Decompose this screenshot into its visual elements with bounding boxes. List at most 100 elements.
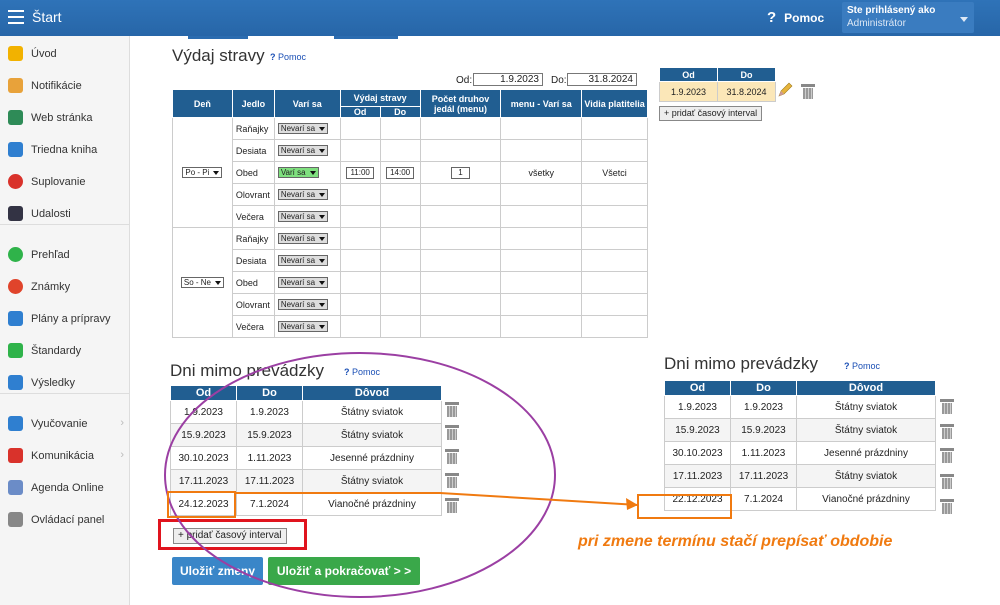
sidebar-item-label: Výsledky [31, 377, 76, 389]
dni-od-cell[interactable]: 15.9.2023 [170, 423, 237, 447]
calendar-icon [8, 206, 23, 221]
tab-indicator [188, 36, 248, 39]
sidebar-item-8[interactable]: Plány a prípravy [0, 305, 130, 333]
status-select[interactable]: Nevarí sa [277, 299, 329, 310]
dni-od-cell[interactable]: 15.9.2023 [664, 418, 731, 442]
status-select[interactable]: Nevarí sa [277, 233, 329, 244]
dni-do-cell[interactable]: 1.11.2023 [730, 441, 797, 465]
trash-icon[interactable] [445, 498, 459, 513]
save-button[interactable]: Uložiť zmeny [172, 557, 263, 585]
dni-help-link-right[interactable]: ? Pomoc [844, 361, 880, 371]
day-select[interactable]: Po - Pi [182, 167, 223, 178]
status-select[interactable]: Varí sa [277, 167, 319, 178]
pencil-icon[interactable] [777, 82, 793, 98]
status-select[interactable]: Nevarí sa [277, 145, 329, 156]
status-select[interactable]: Nevarí sa [277, 211, 329, 222]
dni-dovod-cell[interactable]: Štátny sviatok [302, 400, 442, 424]
trash-icon[interactable] [940, 424, 954, 439]
chat-icon [8, 448, 23, 463]
trash-icon[interactable] [445, 449, 459, 464]
interval-do[interactable]: 31.8.2024 [717, 81, 776, 102]
dni-header: Dôvod [796, 380, 936, 396]
sidebar-item-6[interactable]: Prehľad [0, 241, 130, 269]
vydaj-help-link[interactable]: ? Pomoc [270, 52, 306, 62]
dni-do-cell[interactable]: 17.11.2023 [730, 464, 797, 488]
trash-icon[interactable] [940, 448, 954, 463]
status-select[interactable]: Nevarí sa [277, 321, 329, 332]
dni-od-cell[interactable]: 1.9.2023 [170, 400, 237, 424]
dni-od-cell[interactable]: 17.11.2023 [664, 464, 731, 488]
dni-od-cell[interactable]: 1.9.2023 [664, 395, 731, 419]
dni-title-right: Dni mimo prevádzky [664, 354, 818, 373]
sidebar-item-1[interactable]: Notifikácie [0, 72, 130, 100]
trash-icon[interactable] [940, 499, 954, 514]
dni-dovod-cell[interactable]: Vianočné prázdniny [796, 487, 936, 511]
dni-table-left: Od Do Dôvod 1.9.2023 1.9.2023 Štátny sviatok 1… [170, 385, 442, 516]
star-icon [8, 46, 23, 61]
dni-do-cell[interactable]: 17.11.2023 [236, 469, 303, 493]
dni-do-cell[interactable]: 7.1.2024 [730, 487, 797, 511]
dni-od-cell[interactable]: 22.12.2023 [664, 487, 731, 511]
menu-icon[interactable] [8, 10, 24, 24]
sidebar-item-label: Prehľad [31, 249, 70, 261]
dni-dovod-cell[interactable]: Vianočné prázdniny [302, 492, 442, 516]
sidebar-item-9[interactable]: Štandardy [0, 337, 130, 365]
chevron-right-icon: › [120, 449, 124, 461]
status-select[interactable]: Nevarí sa [277, 123, 329, 134]
dni-do-cell[interactable]: 7.1.2024 [236, 492, 303, 516]
dni-dovod-cell[interactable]: Štátny sviatok [796, 395, 936, 419]
do-input[interactable]: 31.8.2024 [567, 73, 637, 86]
add-interval-button-top[interactable]: + pridať časový interval [659, 106, 763, 121]
sidebar-item-0[interactable]: Úvod [0, 40, 130, 68]
od-input[interactable]: 1.9.2023 [473, 73, 543, 86]
dni-od-cell[interactable]: 24.12.2023 [170, 492, 237, 516]
sidebar-item-12[interactable]: Komunikácia › [0, 442, 130, 470]
dni-dovod-cell[interactable]: Štátny sviatok [796, 418, 936, 442]
dni-od-cell[interactable]: 30.10.2023 [170, 446, 237, 470]
trash-icon[interactable] [445, 473, 459, 488]
trash-icon[interactable] [940, 474, 954, 489]
trash-icon[interactable] [445, 402, 459, 417]
interval-od[interactable]: 1.9.2023 [659, 81, 718, 102]
dni-od-cell[interactable]: 30.10.2023 [664, 441, 731, 465]
add-interval-button[interactable]: + pridať časový interval [173, 528, 287, 544]
dni-help-link-left[interactable]: ? Pomoc [344, 367, 380, 377]
dni-do-cell[interactable]: 15.9.2023 [730, 418, 797, 442]
status-select[interactable]: Nevarí sa [277, 255, 329, 266]
time-to-input[interactable]: 14:00 [386, 166, 415, 179]
user-menu[interactable]: Ste prihlásený ako Administrátor [842, 2, 974, 33]
sidebar-item-2[interactable]: Web stránka [0, 104, 130, 132]
dni-dovod-cell[interactable]: Jesenné prázdniny [302, 446, 442, 470]
dni-do-cell[interactable]: 15.9.2023 [236, 423, 303, 447]
status-select[interactable]: Nevarí sa [277, 189, 329, 200]
trash-icon[interactable] [801, 84, 815, 99]
sidebar-item-4[interactable]: Suplovanie [0, 168, 130, 196]
sidebar-item-3[interactable]: Triedna kniha [0, 136, 130, 164]
sidebar-item-11[interactable]: Vyučovanie › [0, 410, 130, 438]
dni-od-cell[interactable]: 17.11.2023 [170, 469, 237, 493]
sidebar-item-13[interactable]: Agenda Online [0, 474, 130, 502]
sidebar-item-7[interactable]: Známky [0, 273, 130, 301]
app-title[interactable]: Štart [32, 9, 62, 25]
dni-do-cell[interactable]: 1.11.2023 [236, 446, 303, 470]
dni-do-cell[interactable]: 1.9.2023 [236, 400, 303, 424]
menu-cell [500, 117, 583, 140]
day-select[interactable]: So - Ne [180, 277, 224, 288]
dni-dovod-cell[interactable]: Štátny sviatok [302, 423, 442, 447]
status-select[interactable]: Nevarí sa [277, 277, 329, 288]
trash-icon[interactable] [940, 399, 954, 414]
col-vidia: Vidia platitelia [581, 89, 648, 118]
sidebar-item-14[interactable]: Ovládací panel [0, 506, 130, 534]
dni-dovod-cell[interactable]: Jesenné prázdniny [796, 441, 936, 465]
save-continue-button[interactable]: Uložiť a pokračovať > > [268, 557, 420, 585]
trash-icon[interactable] [445, 425, 459, 440]
help-button[interactable]: ? Pomoc [767, 9, 824, 26]
briefcase-icon [8, 311, 23, 326]
dni-do-cell[interactable]: 1.9.2023 [730, 395, 797, 419]
vidia-cell [581, 249, 648, 272]
time-from-input[interactable]: 11:00 [346, 166, 374, 179]
dni-dovod-cell[interactable]: Štátny sviatok [796, 464, 936, 488]
menu-count-input[interactable]: 1 [451, 166, 470, 179]
dni-dovod-cell[interactable]: Štátny sviatok [302, 469, 442, 493]
user-role: Administrátor [847, 18, 906, 29]
